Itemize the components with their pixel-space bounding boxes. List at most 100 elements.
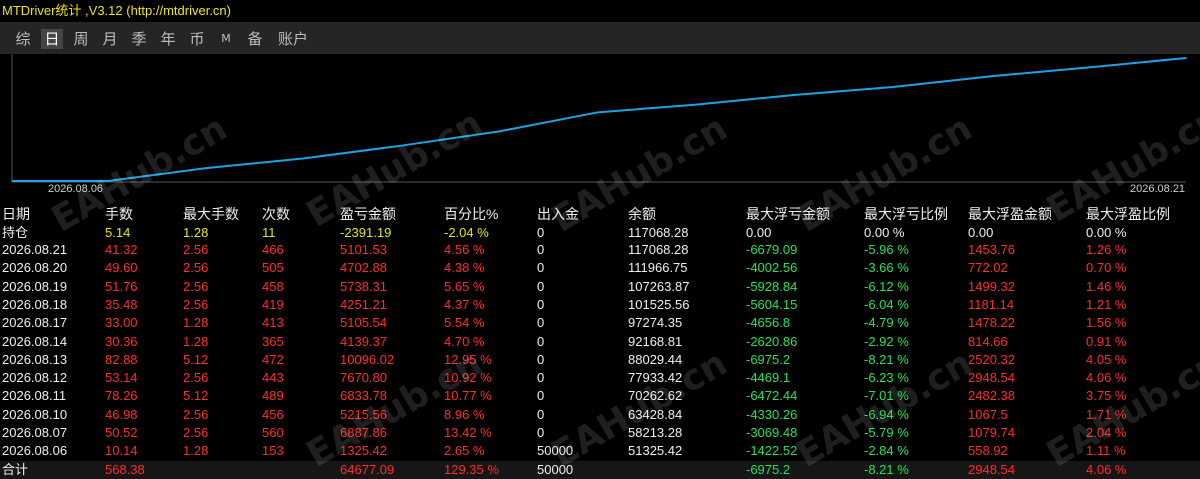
tab-currency[interactable]: 币 bbox=[186, 29, 208, 49]
max-float-profit-pct-cell: 1.71 % bbox=[1086, 406, 1127, 422]
percent-cell: 12.95 % bbox=[444, 351, 492, 367]
tab-weekly[interactable]: 周 bbox=[70, 29, 92, 49]
count-cell: 560 bbox=[262, 425, 284, 440]
lots-cell: 82.88 bbox=[105, 351, 138, 367]
count-cell: 419 bbox=[262, 296, 284, 312]
date-cell: 2026.08.10 bbox=[2, 406, 68, 422]
max-float-profit-pct-cell: 3.75 % bbox=[1086, 388, 1127, 404]
max-float-loss-cell: -5604.15 bbox=[746, 296, 798, 312]
max-float-profit-cell: 0.00 bbox=[968, 225, 994, 240]
max-float-loss-pct-cell: -6.23 % bbox=[864, 370, 909, 386]
max-float-profit-cell: 772.02 bbox=[968, 260, 1008, 276]
balance-cell: 63428.84 bbox=[628, 406, 683, 422]
tab-account[interactable]: 账户 bbox=[273, 29, 313, 49]
table-row[interactable]: 2026.08.18 35.48 2.56 419 4251.21 4.37 % 0 1015… bbox=[0, 296, 1200, 313]
balance-cell: 107263.87 bbox=[628, 278, 690, 294]
pnl-cell: 4139.37 bbox=[340, 333, 387, 349]
window-title: MTDriver统计 ,V3.12 (http://mtdriver.cn) bbox=[0, 0, 1200, 22]
deposit-cell: 0 bbox=[537, 333, 545, 349]
balance-cell: 117068.28 bbox=[628, 225, 689, 240]
pnl-cell: 5738.31 bbox=[340, 278, 387, 294]
max-lots-cell: 2.56 bbox=[183, 260, 209, 276]
equity-point bbox=[499, 130, 501, 133]
table-row[interactable]: 2026.08.11 78.26 5.12 489 6833.78 10.77 % 0 702… bbox=[0, 387, 1200, 404]
tab-daily[interactable]: 日 bbox=[41, 29, 63, 49]
date-cell: 2026.08.13 bbox=[2, 351, 68, 367]
percent-cell: 4.70 % bbox=[444, 333, 485, 349]
max-float-loss-pct-cell: -8.21 % bbox=[864, 351, 909, 367]
table-row[interactable]: 2026.08.19 51.76 2.56 458 5738.31 5.65 % 0 1072… bbox=[0, 278, 1200, 295]
equity-chart: 2026.08.06 2026.08.21 bbox=[0, 54, 1200, 200]
percent-cell: 8.96 % bbox=[444, 406, 485, 422]
table-row[interactable]: 2026.08.12 53.14 2.56 443 7670.80 10.92 % 0 779… bbox=[0, 369, 1200, 386]
chart-start-date: 2026.08.06 bbox=[48, 183, 104, 195]
balance-cell: 97274.35 bbox=[628, 315, 683, 331]
date-cell: 2026.08.19 bbox=[2, 278, 68, 294]
lots-cell: 35.48 bbox=[105, 296, 138, 312]
deposit-cell: 0 bbox=[537, 351, 545, 367]
percent-cell: 13.42 % bbox=[444, 425, 492, 440]
table-row[interactable]: 2026.08.10 46.98 2.56 456 5215.56 8.96 % 0 6342… bbox=[0, 406, 1200, 423]
table-row[interactable]: 2026.08.07 50.52 2.56 560 6887.86 13.42 % 0 582… bbox=[0, 424, 1200, 441]
date-cell: 持仓 bbox=[2, 225, 29, 240]
deposit-cell: 0 bbox=[537, 260, 545, 276]
max-float-loss-cell: -3069.48 bbox=[746, 425, 798, 440]
table-row[interactable]: 2026.08.21 41.32 2.56 466 5101.53 4.56 % 0 1170… bbox=[0, 241, 1200, 258]
deposit-cell: 0 bbox=[537, 225, 545, 240]
balance-cell: 117068.28 bbox=[628, 242, 689, 257]
table-row[interactable]: 2026.08.13 82.88 5.12 472 10096.02 12.95 % 0 88… bbox=[0, 351, 1200, 368]
max-float-profit-pct-cell: 4.06 % bbox=[1086, 462, 1127, 477]
chart-marks bbox=[12, 57, 1187, 182]
max-float-loss-cell: 0.00 bbox=[746, 225, 772, 240]
balance-cell: 70262.62 bbox=[628, 388, 683, 404]
max-float-loss-cell: -6975.2 bbox=[746, 462, 791, 477]
max-lots-cell: 1.28 bbox=[183, 333, 209, 349]
max-float-profit-pct-cell: 4.05 % bbox=[1086, 351, 1127, 367]
max-float-profit-cell: 2520.32 bbox=[968, 351, 1015, 367]
percent-cell: 4.38 % bbox=[444, 260, 485, 276]
tab-yearly[interactable]: 年 bbox=[157, 29, 179, 49]
tab-backup[interactable]: 备 bbox=[244, 29, 266, 49]
percent-cell: 4.56 % bbox=[444, 242, 485, 257]
count-cell: 466 bbox=[262, 242, 284, 257]
max-float-loss-cell: -4330.26 bbox=[746, 406, 798, 422]
date-cell: 2026.08.12 bbox=[2, 370, 68, 386]
date-cell: 2026.08.14 bbox=[2, 333, 68, 349]
pnl-cell: 5215.56 bbox=[340, 406, 387, 422]
lots-cell: 10.14 bbox=[105, 443, 138, 459]
table-row[interactable]: 2026.08.06 10.14 1.28 153 1325.42 2.65 % 50000… bbox=[0, 442, 1200, 459]
max-float-profit-cell: 1181.14 bbox=[968, 296, 1015, 312]
max-float-profit-pct-cell: 2.04 % bbox=[1086, 425, 1127, 440]
equity-point bbox=[597, 111, 599, 114]
header-max-float-loss-pct: 最大浮亏比例 bbox=[864, 206, 948, 222]
deposit-cell: 0 bbox=[537, 296, 545, 312]
tab-summary[interactable]: 综 bbox=[12, 29, 34, 49]
pnl-cell: 6887.86 bbox=[340, 425, 387, 440]
lots-cell: 49.60 bbox=[105, 260, 138, 276]
max-float-profit-cell: 2482.38 bbox=[968, 388, 1015, 404]
header-date: 日期 bbox=[2, 206, 30, 222]
count-cell: 456 bbox=[262, 406, 284, 422]
balance-cell: 77933.42 bbox=[628, 370, 683, 386]
count-cell: 11 bbox=[262, 225, 276, 240]
tab-m[interactable]: M bbox=[215, 29, 237, 49]
table-row[interactable]: 2026.08.14 30.36 1.28 365 4139.37 4.70 % 0 9216… bbox=[0, 333, 1200, 350]
header-count: 次数 bbox=[262, 206, 290, 222]
table-row[interactable]: 2026.08.20 49.60 2.56 505 4702.88 4.38 % 0 1119… bbox=[0, 259, 1200, 276]
count-cell: 413 bbox=[262, 315, 284, 331]
header-lots: 手数 bbox=[105, 206, 133, 222]
deposit-cell: 50000 bbox=[537, 462, 574, 477]
chart-end-date: 2026.08.21 bbox=[1130, 183, 1186, 195]
max-float-profit-pct-cell: 4.06 % bbox=[1086, 370, 1127, 386]
date-cell: 2026.08.18 bbox=[2, 296, 68, 312]
lots-cell: 41.32 bbox=[105, 242, 138, 257]
max-float-loss-pct-cell: -8.21 % bbox=[864, 462, 909, 477]
max-float-loss-cell: -6679.09 bbox=[746, 242, 798, 257]
max-float-loss-pct-cell: -6.12 % bbox=[864, 278, 909, 294]
table-row[interactable]: 2026.08.17 33.00 1.28 413 5105.54 5.54 % 0 9727… bbox=[0, 314, 1200, 331]
pnl-cell: -2391.19 bbox=[340, 225, 392, 240]
tab-quarterly[interactable]: 季 bbox=[128, 29, 150, 49]
equity-point bbox=[1185, 57, 1187, 59]
tab-monthly[interactable]: 月 bbox=[99, 29, 121, 49]
equity-chart-svg bbox=[11, 54, 1187, 183]
